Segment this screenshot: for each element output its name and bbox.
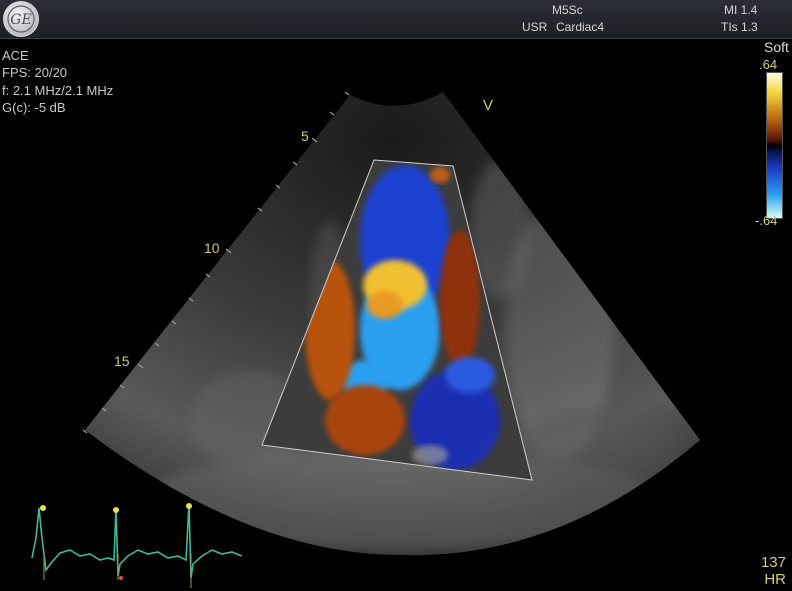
ecg-r-peak-marker-1: [40, 505, 46, 511]
heart-rate-unit: HR: [764, 571, 786, 588]
ecg-waveform: [31, 503, 243, 579]
colorbar-top-value: .64: [759, 57, 778, 72]
velocity-color-bar: [766, 72, 783, 219]
ecg-r-peak-marker-2: [113, 507, 119, 513]
colorbar-bottom-value: -.64: [755, 213, 778, 228]
depth-label-15: 15: [114, 353, 130, 369]
ecg-trace: [31, 503, 243, 588]
depth-label-5: 5: [301, 128, 309, 144]
ecg-cursor-marker: [119, 576, 123, 580]
colormap-title: Soft: [764, 39, 789, 55]
depth-label-10: 10: [204, 240, 220, 256]
apex-marker: V: [483, 97, 494, 114]
ecg-r-peak-marker-3: [186, 503, 192, 509]
heart-rate-value: 137: [760, 554, 786, 571]
